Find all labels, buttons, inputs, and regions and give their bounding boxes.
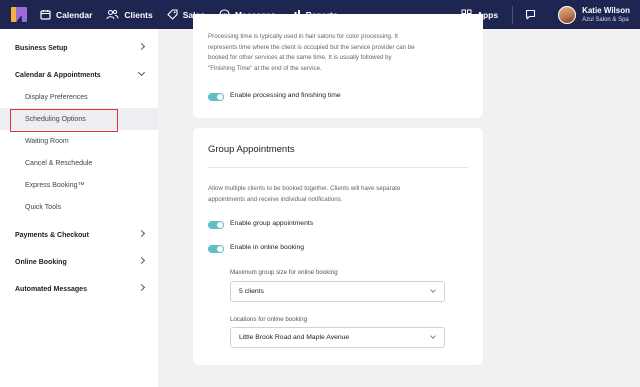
chevron-right-icon bbox=[137, 256, 146, 265]
avatar[interactable] bbox=[558, 5, 577, 24]
group-appointments-toggle-label: Enable group appointments bbox=[230, 220, 314, 227]
sidebar-section-label: Payments & Checkout bbox=[15, 231, 89, 239]
nav-divider bbox=[512, 5, 514, 24]
locations-value: Little Brook Road and Maple Avenue bbox=[239, 334, 350, 341]
card-divider bbox=[208, 167, 468, 168]
group-description-line: appointments and receive individual noti… bbox=[208, 195, 343, 203]
sidebar-section-label: Online Booking bbox=[15, 258, 67, 266]
sidebar-item-display-preferences[interactable]: Display Preferences bbox=[0, 86, 158, 108]
sidebar-item-label: Quick Tools bbox=[25, 203, 62, 211]
sidebar-item-label: Express Booking™ bbox=[25, 181, 85, 189]
chevron-down-icon bbox=[430, 287, 436, 293]
chevron-right-icon bbox=[137, 229, 146, 238]
user-menu[interactable]: Katie Wilson Azul Salon & Spa bbox=[582, 5, 630, 23]
chat-icon[interactable] bbox=[525, 9, 536, 20]
sidebar-item-express-booking[interactable]: Express Booking™ bbox=[0, 174, 158, 196]
sidebar-section-calendar-appointments[interactable]: Calendar & Appointments bbox=[0, 65, 158, 85]
online-booking-toggle-label: Enable in online booking bbox=[230, 244, 305, 251]
logo-icon[interactable] bbox=[11, 7, 27, 22]
clients-icon bbox=[106, 9, 119, 20]
processing-toggle-label: Enable processing and finishing time bbox=[230, 92, 341, 99]
sidebar-section-automated-messages[interactable]: Automated Messages bbox=[0, 279, 158, 299]
sidebar-section-payments-checkout[interactable]: Payments & Checkout bbox=[0, 225, 158, 245]
sidebar-section-business-setup[interactable]: Business Setup bbox=[0, 38, 158, 58]
online-booking-toggle[interactable] bbox=[208, 245, 224, 253]
chevron-down-icon bbox=[430, 333, 436, 339]
nav-calendar[interactable]: Calendar bbox=[40, 9, 92, 20]
user-name: Katie Wilson bbox=[582, 5, 630, 15]
highlight-box bbox=[10, 109, 118, 132]
sidebar-item-quick-tools[interactable]: Quick Tools bbox=[0, 196, 158, 218]
chevron-down-icon bbox=[137, 68, 146, 77]
nav-clients[interactable]: Clients bbox=[106, 9, 153, 20]
chevron-right-icon bbox=[137, 283, 146, 292]
sidebar-item-label: Display Preferences bbox=[25, 93, 88, 101]
sidebar-section-label: Calendar & Appointments bbox=[15, 71, 101, 79]
group-description-line: Allow multiple clients to be booked toge… bbox=[208, 185, 401, 192]
sidebar-section-label: Business Setup bbox=[15, 44, 68, 52]
sidebar-section-online-booking[interactable]: Online Booking bbox=[0, 252, 158, 272]
max-group-size-value: 5 clients bbox=[239, 288, 264, 295]
group-appointments-toggle[interactable] bbox=[208, 221, 224, 229]
sidebar-item-waiting-room[interactable]: Waiting Room bbox=[0, 130, 158, 152]
sidebar-item-label: Waiting Room bbox=[25, 137, 69, 145]
group-appointments-title: Group Appointments bbox=[208, 144, 295, 155]
calendar-icon bbox=[40, 10, 51, 20]
nav-clients-label: Clients bbox=[124, 9, 153, 20]
processing-description-line: Processing time is typically used in hai… bbox=[208, 33, 398, 40]
sidebar: Business Setup Calendar & Appointments D… bbox=[0, 29, 158, 387]
group-appointments-card: Group Appointments Allow multiple client… bbox=[193, 128, 483, 365]
sidebar-section-label: Automated Messages bbox=[15, 285, 87, 293]
chevron-right-icon bbox=[137, 42, 146, 51]
processing-description-line: "Finishing Time" at the end of the servi… bbox=[208, 64, 322, 72]
sidebar-item-cancel-reschedule[interactable]: Cancel & Reschedule bbox=[0, 152, 158, 174]
group-description: Allow multiple clients to be booked toge… bbox=[208, 184, 473, 205]
tag-icon bbox=[166, 9, 178, 20]
locations-label: Locations for online booking bbox=[230, 316, 308, 323]
processing-description-line: represents time where the client is occu… bbox=[208, 43, 415, 51]
max-group-size-label: Maximum group size for online booking bbox=[230, 269, 338, 276]
nav-right: Apps Katie Wilson Azul Salon & Spa bbox=[461, 0, 640, 29]
business-name: Azul Salon & Spa bbox=[582, 16, 629, 23]
sidebar-item-label: Cancel & Reschedule bbox=[25, 159, 93, 167]
processing-card: Processing time is typically used in hai… bbox=[193, 14, 483, 118]
processing-description: Processing time is typically used in hai… bbox=[208, 32, 473, 74]
max-group-size-select[interactable]: 5 clients bbox=[230, 281, 445, 302]
processing-toggle[interactable] bbox=[208, 93, 224, 101]
processing-description-line: booked for other services at the same ti… bbox=[208, 54, 392, 61]
locations-select[interactable]: Little Brook Road and Maple Avenue bbox=[230, 327, 445, 348]
nav-calendar-label: Calendar bbox=[56, 9, 93, 20]
